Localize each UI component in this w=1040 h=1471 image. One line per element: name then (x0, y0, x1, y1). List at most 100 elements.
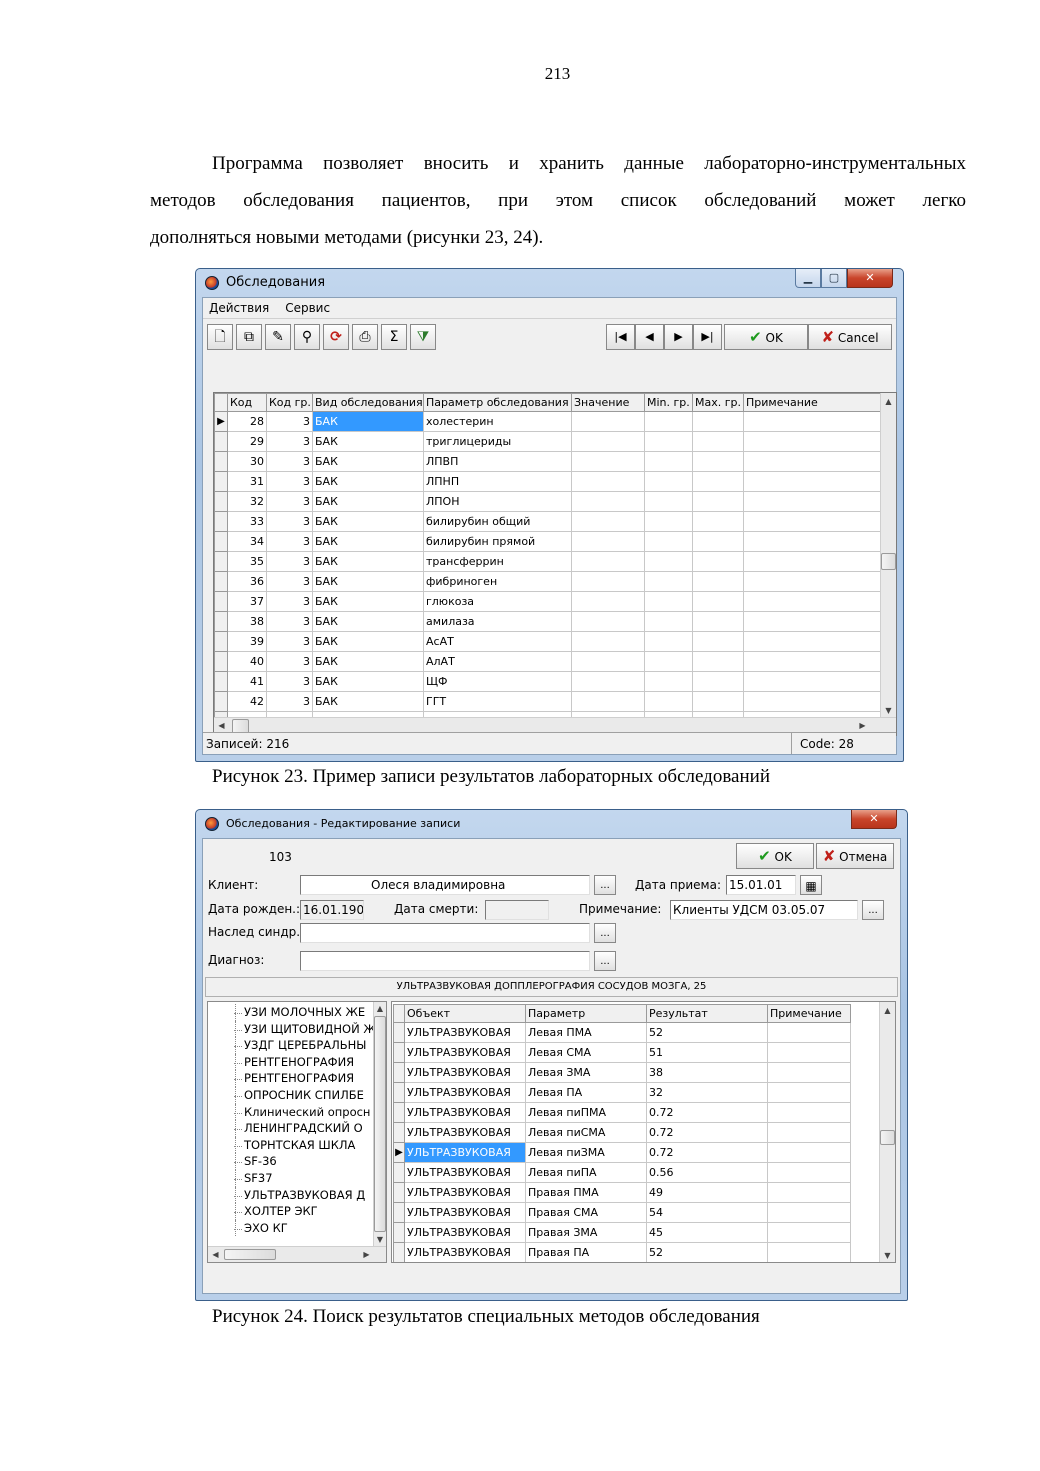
col-header[interactable]: Примечание (767, 1004, 851, 1023)
scroll-right-icon[interactable]: ▶ (855, 721, 870, 730)
scroll-left-icon[interactable]: ◀ (214, 721, 229, 730)
grid-cell[interactable] (644, 551, 693, 572)
table-row[interactable]: 37 3 БАК глюкоза (214, 591, 882, 612)
grid-cell[interactable]: 36 (227, 571, 267, 592)
grid-cell[interactable] (767, 1022, 851, 1043)
grid-cell[interactable]: билирубин прямой (423, 531, 572, 552)
grid-cell[interactable] (767, 1102, 851, 1123)
grid-cell[interactable]: УЛЬТРАЗВУКОВАЯ (404, 1202, 526, 1223)
grid-cell[interactable]: 3 (266, 451, 313, 472)
vertical-scrollbar[interactable]: ▲ ▼ (880, 393, 896, 719)
grid-cell[interactable]: БАК (312, 611, 424, 632)
grid-cell[interactable]: Правая СМА (525, 1202, 647, 1223)
table-row[interactable]: УЛЬТРАЗВУКОВАЯ Левая ПА 32 (393, 1082, 851, 1103)
window-titlebar[interactable]: Обследования ▁ ▢ ✕ (202, 269, 897, 297)
filter-icon[interactable]: ⧩ (410, 323, 436, 350)
note-browse-button[interactable]: ... (862, 900, 884, 920)
table-row[interactable]: УЛЬТРАЗВУКОВАЯ Правая ПА 52 (393, 1242, 851, 1262)
grid-cell[interactable] (571, 471, 645, 492)
grid-cell[interactable] (743, 671, 882, 692)
grid-cell[interactable] (644, 451, 693, 472)
sum-icon[interactable]: Σ (381, 323, 407, 350)
death-date-field[interactable] (485, 900, 549, 920)
col-header[interactable]: Min. гр. (644, 393, 693, 412)
grid-cell[interactable] (692, 551, 744, 572)
grid-cell[interactable] (743, 551, 882, 572)
grid-cell[interactable]: 45 (646, 1222, 768, 1243)
grid-cell[interactable]: УЛЬТРАЗВУКОВАЯ (404, 1182, 526, 1203)
grid-cell[interactable]: ГГТ (423, 691, 572, 712)
table-row[interactable]: УЛЬТРАЗВУКОВАЯ Правая ЗМА 45 (393, 1222, 851, 1243)
grid-cell[interactable] (571, 591, 645, 612)
grid-cell[interactable]: Правая ПА (525, 1242, 647, 1262)
grid-cell[interactable] (743, 431, 882, 452)
grid-cell[interactable]: 32 (227, 491, 267, 512)
grid-cell[interactable] (644, 471, 693, 492)
grid-cell[interactable]: 0.72 (646, 1142, 768, 1163)
close-icon[interactable]: ✕ (847, 269, 893, 288)
grid-cell[interactable] (644, 611, 693, 632)
tree-item[interactable]: ХОЛТЕР ЭКГ (208, 1203, 386, 1220)
table-row[interactable]: УЛЬТРАЗВУКОВАЯ Правая ПМА 49 (393, 1182, 851, 1203)
scroll-down-icon[interactable]: ▼ (374, 1235, 386, 1244)
tree-item[interactable]: УЗДГ ЦЕРЕБРАЛЬНЫ (208, 1037, 386, 1054)
table-row[interactable]: 36 3 БАК фибриноген (214, 571, 882, 592)
grid-cell[interactable]: УЛЬТРАЗВУКОВАЯ (404, 1122, 526, 1143)
tree-item[interactable]: ЛЕНИНГРАДСКИЙ О (208, 1120, 386, 1137)
grid-cell[interactable]: БАК (312, 471, 424, 492)
grid-cell[interactable]: трансферрин (423, 551, 572, 572)
grid-cell[interactable]: УЛЬТРАЗВУКОВАЯ (404, 1242, 526, 1262)
grid-cell[interactable] (692, 651, 744, 672)
grid-cell[interactable]: билирубин общий (423, 511, 572, 532)
grid-cell[interactable] (743, 571, 882, 592)
grid-cell[interactable]: УЛЬТРАЗВУКОВАЯ (404, 1102, 526, 1123)
tree-item[interactable]: ЭХО КГ (208, 1219, 386, 1237)
vertical-scrollbar[interactable]: ▲ ▼ (879, 1002, 895, 1262)
client-browse-button[interactable]: ... (594, 875, 616, 895)
heredity-browse-button[interactable]: ... (594, 923, 616, 943)
grid-cell[interactable]: УЛЬТРАЗВУКОВАЯ (404, 1042, 526, 1063)
grid-cell[interactable] (571, 431, 645, 452)
grid-cell[interactable] (743, 531, 882, 552)
scroll-left-icon[interactable]: ◀ (208, 1250, 223, 1259)
scroll-down-icon[interactable]: ▼ (880, 1251, 895, 1260)
grid-cell[interactable]: Левая ЗМА (525, 1062, 647, 1083)
grid-cell[interactable] (692, 511, 744, 532)
grid-cell[interactable]: 3 (266, 691, 313, 712)
grid-cell[interactable] (571, 451, 645, 472)
window-titlebar[interactable]: Обследования - Редактирование записи ✕ (202, 810, 901, 838)
tree-item[interactable]: УЗИ МОЛОЧНЫХ ЖЕ (208, 1004, 386, 1021)
grid-cell[interactable]: 49 (646, 1182, 768, 1203)
tree-item[interactable]: РЕНТГЕНОГРАФИЯ (208, 1053, 386, 1071)
grid-cell[interactable]: БАК (312, 631, 424, 652)
grid-cell[interactable] (743, 491, 882, 512)
grid-cell[interactable]: 3 (266, 571, 313, 592)
grid-cell[interactable] (767, 1222, 851, 1243)
diagnosis-field[interactable] (300, 951, 590, 971)
close-icon[interactable]: ✕ (851, 810, 897, 829)
grid-cell[interactable]: 34 (227, 531, 267, 552)
grid-cell[interactable]: УЛЬТРАЗВУКОВАЯ (404, 1222, 526, 1243)
grid-cell[interactable]: триглицериды (423, 431, 572, 452)
grid-cell[interactable]: 30 (227, 451, 267, 472)
scroll-thumb[interactable] (880, 1130, 895, 1145)
grid-cell[interactable] (692, 571, 744, 592)
grid-cell[interactable] (767, 1142, 851, 1163)
tree-item[interactable]: РЕНТГЕНОГРАФИЯ (208, 1070, 386, 1087)
grid-cell[interactable] (743, 471, 882, 492)
grid-cell[interactable] (644, 671, 693, 692)
grid-cell[interactable] (571, 491, 645, 512)
copy-record-icon[interactable]: ⧉ (236, 323, 262, 350)
table-row[interactable]: 39 3 БАК АсАТ (214, 631, 882, 652)
grid-cell[interactable]: 0.72 (646, 1122, 768, 1143)
grid-cell[interactable]: 52 (646, 1242, 768, 1262)
col-header[interactable]: Код гр. (266, 393, 313, 412)
grid-cell[interactable]: 3 (266, 491, 313, 512)
grid-cell[interactable] (767, 1042, 851, 1063)
grid-cell[interactable] (571, 531, 645, 552)
grid-cell[interactable] (767, 1162, 851, 1183)
grid-cell[interactable]: 51 (646, 1042, 768, 1063)
grid-cell[interactable] (767, 1062, 851, 1083)
grid-cell[interactable]: 54 (646, 1202, 768, 1223)
table-row[interactable]: 30 3 БАК ЛПВП (214, 451, 882, 472)
